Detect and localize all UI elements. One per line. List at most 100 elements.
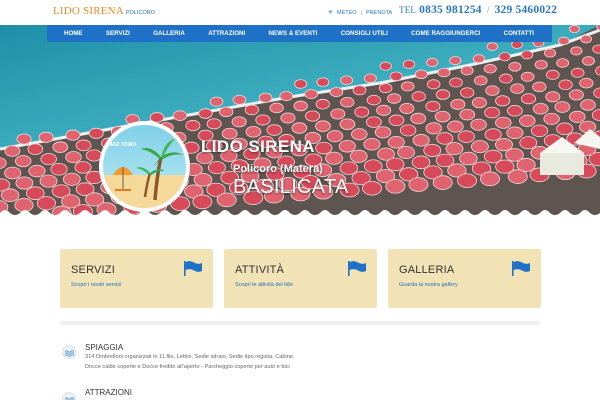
umbrella-mark <box>434 110 451 123</box>
umbrella-mark <box>558 79 573 91</box>
umbrella-mark <box>354 106 370 118</box>
card-description[interactable]: Scopri i nostri servizi <box>71 282 121 288</box>
umbrella-mark <box>558 36 570 46</box>
umbrella-mark <box>36 196 57 211</box>
umbrella-mark <box>436 132 454 145</box>
umbrella-mark <box>65 151 82 164</box>
umbrella-mark <box>50 163 68 176</box>
umbrella-mark <box>399 124 417 137</box>
umbrella-mark <box>329 87 344 98</box>
umbrella-mark <box>326 130 344 143</box>
umbrella-mark <box>193 172 213 187</box>
umbrella-mark <box>185 120 201 132</box>
hero-subtitle: Policoro (Matera) <box>233 163 323 175</box>
phone-number-2[interactable]: 329 5460022 <box>495 4 558 16</box>
umbrella-mark <box>435 89 451 100</box>
umbrella-mark <box>400 81 415 92</box>
nav-contatti[interactable]: CONTATTI <box>504 30 534 37</box>
section-divider <box>60 321 540 325</box>
umbrella-mark <box>507 105 523 117</box>
umbrella-mark <box>506 126 524 140</box>
card-title: ATTIVITÀ <box>235 264 285 276</box>
umbrella-mark <box>411 91 426 102</box>
umbrella-mark <box>231 116 247 128</box>
hero-title: LIDO SIRENA <box>201 137 315 156</box>
umbrella-mark <box>437 67 451 78</box>
umbrella-mark <box>426 57 439 67</box>
umbrella-mark <box>499 73 513 84</box>
umbrella-mark <box>389 71 403 82</box>
umbrella-mark <box>388 114 405 127</box>
hero-banner: MAR JONIO LIDO SIRENA Policoro (Matera) … <box>0 25 600 222</box>
umbrella-mark <box>579 77 594 89</box>
umbrella-mark <box>484 128 502 141</box>
umbrella-mark <box>582 56 595 66</box>
umbrella-mark <box>62 172 81 186</box>
umbrella-mark <box>27 143 44 155</box>
meteo-link[interactable]: METEO <box>337 10 357 16</box>
umbrella-mark <box>245 125 262 138</box>
sea-label: MAR JONIO <box>108 142 137 148</box>
nav-home[interactable]: HOME <box>64 30 83 37</box>
umbrella-mark <box>450 98 466 110</box>
umbrella-mark <box>244 104 260 116</box>
nav-consigli-utili[interactable]: CONSIGLI UTILI <box>341 30 388 37</box>
umbrella-mark <box>445 142 464 156</box>
umbrella-mark <box>279 91 294 102</box>
phone-separator: / <box>486 5 490 15</box>
umbrella-mark <box>534 59 548 70</box>
umbrella-mark <box>543 112 560 125</box>
weather-icon: ✳ <box>328 10 334 16</box>
umbrella-mark <box>426 79 441 90</box>
nav-attrazioni[interactable]: ATTRAZIONI <box>208 30 245 37</box>
umbrella-mark <box>387 136 405 149</box>
info-title-attrazioni: ATTRAZIONI <box>85 388 132 397</box>
prenota-link[interactable]: PRENOTA <box>366 10 392 16</box>
card-title: GALLERIA <box>399 264 455 276</box>
umbrella-mark <box>569 110 586 123</box>
site-logo[interactable]: LIDO SIRENA POLICORO <box>53 5 155 21</box>
umbrella-mark <box>592 44 600 54</box>
flag-icon <box>184 261 202 276</box>
palm-icon <box>103 139 186 208</box>
umbrella-mark <box>423 143 442 157</box>
nav-come-raggiungerci[interactable]: COME RAGGIUNGERCI <box>411 30 480 37</box>
umbrella-mark <box>385 157 405 172</box>
umbrella-mark <box>399 102 415 114</box>
umbrella-mark <box>570 67 585 78</box>
nav-galleria[interactable]: GALLERIA <box>153 30 185 37</box>
umbrella-mark <box>291 122 308 134</box>
umbrella-mark <box>412 134 430 147</box>
umbrella-mark <box>545 91 561 103</box>
umbrella-mark <box>15 155 32 168</box>
card-description[interactable]: Scopri le attività del lido <box>235 282 293 288</box>
card-description[interactable]: Guarda la nostra gallery <box>399 282 458 288</box>
umbrella-mark <box>4 166 22 180</box>
umbrella-mark <box>294 79 308 89</box>
nav-servizi[interactable]: SERVIZI <box>106 30 130 37</box>
umbrella-mark <box>484 106 500 119</box>
utility-links: ✳ METEO | PRENOTA <box>328 9 392 17</box>
umbrella-mark <box>546 69 560 80</box>
umbrella-mark <box>510 83 525 94</box>
umbrella-mark <box>460 87 475 98</box>
umbrella-mark <box>449 56 462 66</box>
umbrella-mark <box>266 124 283 136</box>
card-servizi[interactable]: SERVIZI Scopri i nostri servizi <box>60 249 213 308</box>
card-attivita[interactable]: ATTIVITÀ Scopri le attività del lido <box>224 249 377 308</box>
umbrella-mark <box>340 96 355 108</box>
umbrella-mark <box>352 85 367 96</box>
umbrella-mark <box>507 169 528 184</box>
phone-number-1[interactable]: 0835 981254 <box>419 4 482 16</box>
umbrella-mark <box>206 118 222 130</box>
umbrella-mark <box>457 173 478 188</box>
umbrella-mark <box>339 118 356 130</box>
umbrella-mark <box>340 75 354 86</box>
umbrella-mark <box>304 89 319 100</box>
card-galleria[interactable]: GALLERIA Guarda la nostra gallery <box>388 249 541 308</box>
umbrella-mark <box>315 141 333 155</box>
umbrella-mark <box>376 104 392 116</box>
nav-news-eventi[interactable]: NEWS & EVENTI <box>269 30 318 37</box>
umbrella-mark <box>485 85 500 96</box>
phone-numbers: TEL 0835 981254 / 329 5460022 <box>399 4 557 16</box>
